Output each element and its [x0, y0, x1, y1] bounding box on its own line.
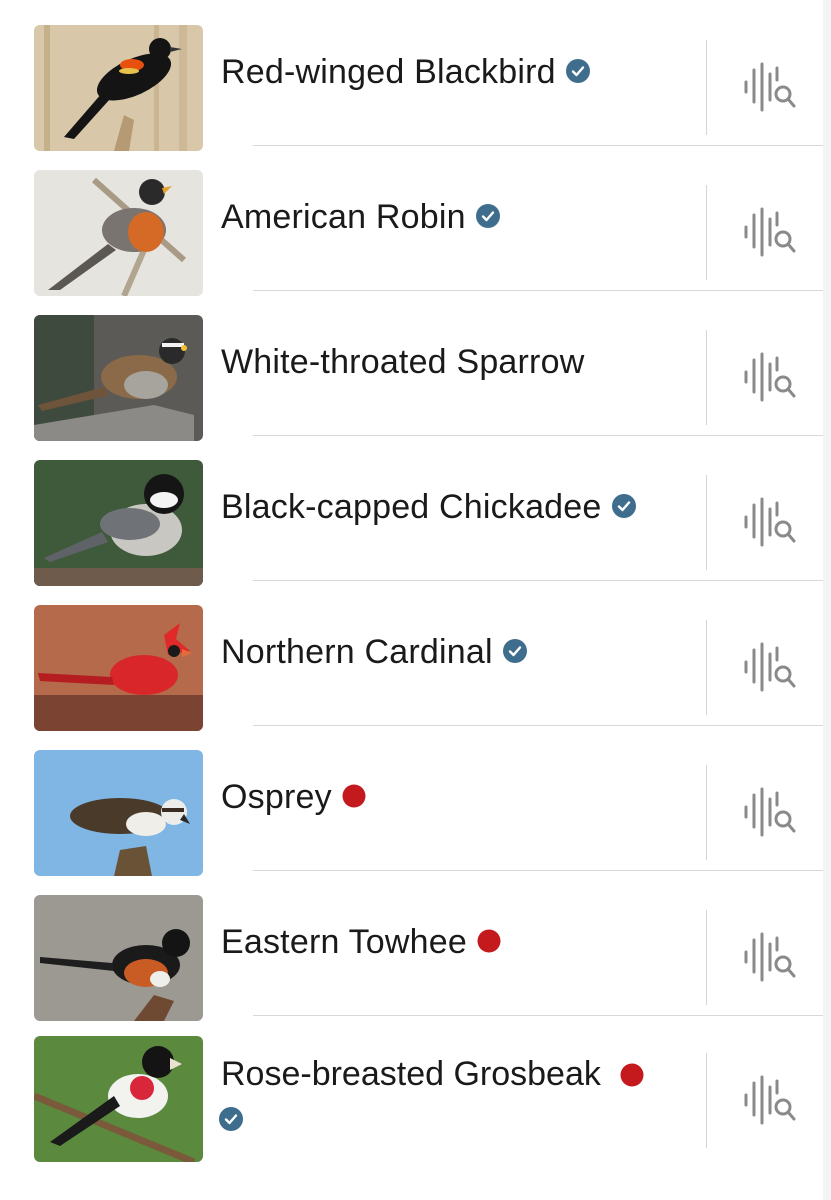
bird-photo — [34, 750, 203, 876]
divider — [706, 910, 707, 1005]
list-item[interactable]: White-throated Sparrow — [0, 290, 831, 441]
divider — [706, 475, 707, 570]
bird-photo — [34, 315, 203, 441]
bird-name-label: Osprey — [221, 778, 332, 816]
sound-search-icon[interactable] — [742, 207, 798, 257]
bird-name-label: Rose-breasted Grosbeak — [221, 1055, 601, 1093]
list-item[interactable]: Black-capped Chickadee — [0, 435, 831, 586]
sound-search-icon[interactable] — [742, 787, 798, 837]
bird-name-label: White-throated Sparrow — [221, 343, 585, 381]
bird-name: American Robin — [221, 145, 500, 290]
bird-photo — [34, 170, 203, 296]
bird-name-label: Black-capped Chickadee — [221, 488, 602, 526]
bird-photo — [34, 605, 203, 731]
red-dot-indicator — [477, 923, 501, 962]
bird-name-label: Northern Cardinal — [221, 633, 493, 671]
bird-name: Eastern Towhee — [221, 870, 501, 1015]
list-item[interactable]: American Robin — [0, 145, 831, 296]
divider — [706, 620, 707, 715]
verified-check-icon — [611, 488, 636, 527]
bird-name: Black-capped Chickadee — [221, 435, 636, 580]
divider — [706, 1053, 707, 1148]
divider — [706, 40, 707, 135]
list-item[interactable]: Red-winged Blackbird — [0, 0, 831, 151]
bird-name-label: Eastern Towhee — [221, 923, 467, 961]
verified-check-icon — [502, 633, 527, 672]
sound-search-icon[interactable] — [742, 932, 798, 982]
divider — [706, 185, 707, 280]
bird-name: White-throated Sparrow — [221, 290, 584, 435]
bird-photo — [34, 1036, 203, 1162]
sound-search-icon[interactable] — [742, 62, 798, 112]
verified-check-icon — [565, 53, 590, 92]
list-item[interactable]: Northern Cardinal — [0, 580, 831, 731]
bird-name-label: American Robin — [221, 198, 466, 236]
verified-check-icon — [475, 198, 500, 237]
verified-check-icon — [219, 1099, 691, 1141]
bird-name: Osprey — [221, 725, 366, 870]
bird-list: Red-winged Blackbird American Robin Whit… — [0, 0, 831, 1200]
bird-name: Northern Cardinal — [221, 580, 527, 725]
bird-photo — [34, 460, 203, 586]
sound-search-icon[interactable] — [742, 642, 798, 692]
sound-search-icon[interactable] — [742, 497, 798, 547]
divider — [706, 330, 707, 425]
list-item[interactable]: Rose-breasted Grosbeak — [0, 1015, 831, 1200]
divider — [706, 765, 707, 860]
sound-search-icon[interactable] — [742, 352, 798, 402]
red-dot-indicator — [342, 778, 366, 817]
bird-photo — [34, 25, 203, 151]
bird-name-label: Red-winged Blackbird — [221, 53, 556, 91]
list-item[interactable]: Osprey — [0, 725, 831, 876]
scrollbar-track[interactable] — [823, 0, 831, 1200]
red-dot-indicator — [620, 1055, 644, 1097]
sound-search-icon[interactable] — [742, 1075, 798, 1125]
bird-name: Rose-breasted Grosbeak — [219, 1053, 691, 1141]
list-item[interactable]: Eastern Towhee — [0, 870, 831, 1021]
bird-name: Red-winged Blackbird — [221, 0, 590, 145]
bird-photo — [34, 895, 203, 1021]
